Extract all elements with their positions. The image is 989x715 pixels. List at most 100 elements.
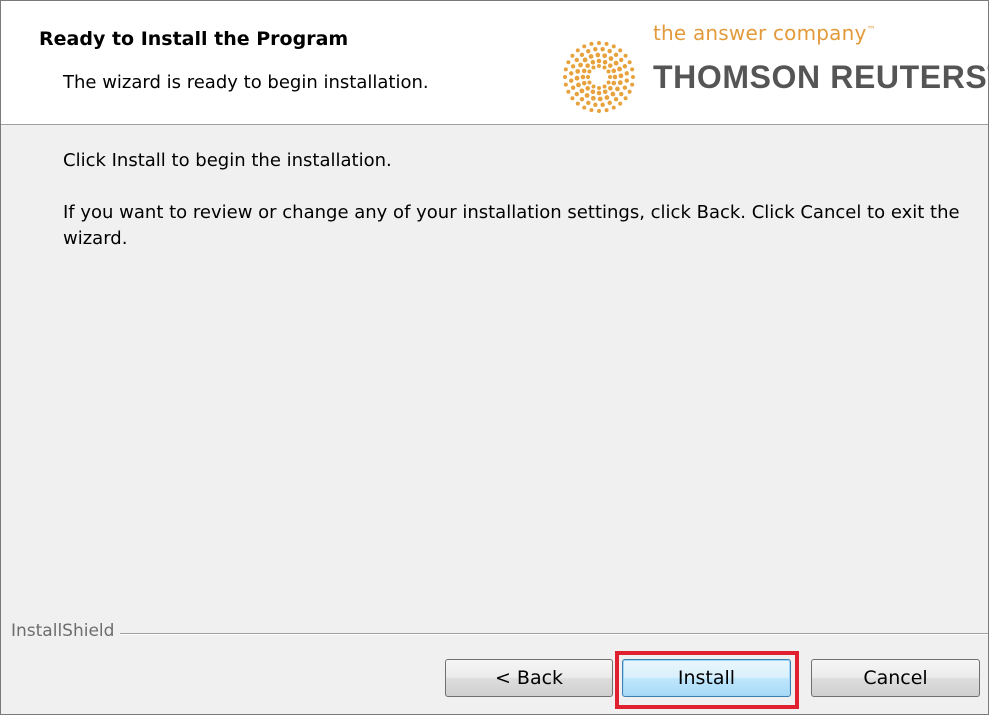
logo-name: THOMSON REUTERS® <box>653 59 989 96</box>
instruction-text: Click Install to begin the installation. <box>63 150 392 171</box>
logo-dot <box>596 64 601 68</box>
logo-dot <box>590 59 596 65</box>
logo-dot <box>622 85 628 90</box>
logo-dot <box>596 90 602 96</box>
wizard-header: Ready to Install the Program The wizard … <box>1 1 989 125</box>
logo-dot <box>569 78 574 83</box>
page-title: Ready to Install the Program <box>39 28 349 50</box>
logo-dot <box>578 62 583 68</box>
logo-dot <box>582 105 587 110</box>
logo-dot <box>613 60 619 66</box>
logo-dot <box>584 93 590 98</box>
logo-dot <box>585 86 591 91</box>
logo-dot <box>597 96 603 102</box>
logo-dot <box>617 80 623 86</box>
logo-dot <box>618 48 623 53</box>
logo-dot <box>580 74 586 80</box>
logo-dot <box>611 68 617 74</box>
logo-dot <box>610 91 616 97</box>
logo-dot <box>566 60 571 65</box>
logo-dot <box>602 84 607 89</box>
logo-dot <box>608 56 614 61</box>
logo-dot <box>582 57 588 63</box>
logo-tagline-text: the answer company <box>653 21 867 45</box>
logo-dot <box>631 75 635 79</box>
logo-dot <box>590 89 596 95</box>
logo-dot <box>604 41 609 46</box>
logo-dot <box>602 89 608 95</box>
logo-dot <box>624 71 629 76</box>
logo-dot <box>563 67 568 72</box>
logo-dot <box>602 59 608 65</box>
logo-dot <box>570 64 576 69</box>
logo-dot <box>597 109 601 113</box>
review-settings-text: If you want to review or change any of y… <box>63 202 960 249</box>
logo-dot <box>630 82 635 87</box>
logo-dot <box>618 101 623 106</box>
logo-dot <box>615 86 620 92</box>
logo-dot <box>582 44 587 49</box>
logo-dot <box>579 52 585 57</box>
logo-dot <box>604 95 610 100</box>
logo-dot <box>586 75 590 80</box>
thomson-reuters-dot-globe-icon <box>563 41 635 113</box>
logo-dot <box>624 78 629 83</box>
logo-dot <box>607 48 612 54</box>
logo-dot <box>619 91 624 97</box>
logo-dot <box>585 63 590 69</box>
logo-dot <box>576 82 581 88</box>
logo-dot <box>597 86 602 90</box>
cancel-button[interactable]: Cancel <box>811 659 980 697</box>
logo-dot <box>623 53 628 58</box>
logo-dot <box>613 97 619 102</box>
logo-dot <box>587 69 592 74</box>
logo-dot <box>596 58 602 64</box>
logo-dot <box>600 102 605 107</box>
logo-dot <box>586 100 591 106</box>
brand-logo: the answer company™ THOMSON REUTERS® <box>561 19 989 113</box>
logo-dot <box>591 84 596 89</box>
logo-dot <box>593 47 598 52</box>
logo-dot <box>569 71 574 76</box>
logo-dot <box>570 53 575 58</box>
logo-dot <box>574 57 579 63</box>
logo-dot <box>563 82 568 87</box>
logo-dot <box>627 89 632 94</box>
logo-dot <box>574 91 579 97</box>
logo-dot <box>589 108 594 113</box>
logo-dot <box>595 52 601 58</box>
logo-dot <box>623 96 628 101</box>
logo-dot <box>604 108 609 113</box>
logo-dot <box>602 53 608 59</box>
logo-dot <box>586 48 591 54</box>
back-button[interactable]: < Back <box>445 659 613 697</box>
logo-dot <box>617 66 622 72</box>
installer-window: Ready to Install the Program The wizard … <box>0 0 989 715</box>
logo-dot <box>575 101 580 106</box>
logo-dot <box>575 68 581 74</box>
logo-dot <box>606 80 611 85</box>
logo-dot <box>563 75 567 79</box>
logo-dot <box>627 60 632 65</box>
logo-dot <box>606 69 611 74</box>
logo-dot <box>611 105 616 110</box>
logo-dot <box>611 80 617 86</box>
logo-dot <box>591 65 596 70</box>
logo-dot <box>574 75 580 81</box>
logo-dot <box>597 41 601 45</box>
logo-dot <box>630 67 635 72</box>
logo-dot <box>608 85 613 91</box>
logo-dot <box>607 63 613 68</box>
logo-dot <box>608 74 612 79</box>
logo-dot <box>579 88 585 94</box>
logo-dot <box>622 64 628 69</box>
logo-dot <box>593 102 598 107</box>
logo-dot <box>570 96 575 101</box>
logo-tagline: the answer company™ <box>653 21 876 45</box>
install-button[interactable]: Install <box>622 659 791 697</box>
logo-dot <box>600 47 605 52</box>
logo-tagline-mark: ™ <box>866 25 876 36</box>
logo-dot <box>581 68 587 74</box>
logo-dot <box>566 89 571 94</box>
logo-dot <box>590 95 596 101</box>
